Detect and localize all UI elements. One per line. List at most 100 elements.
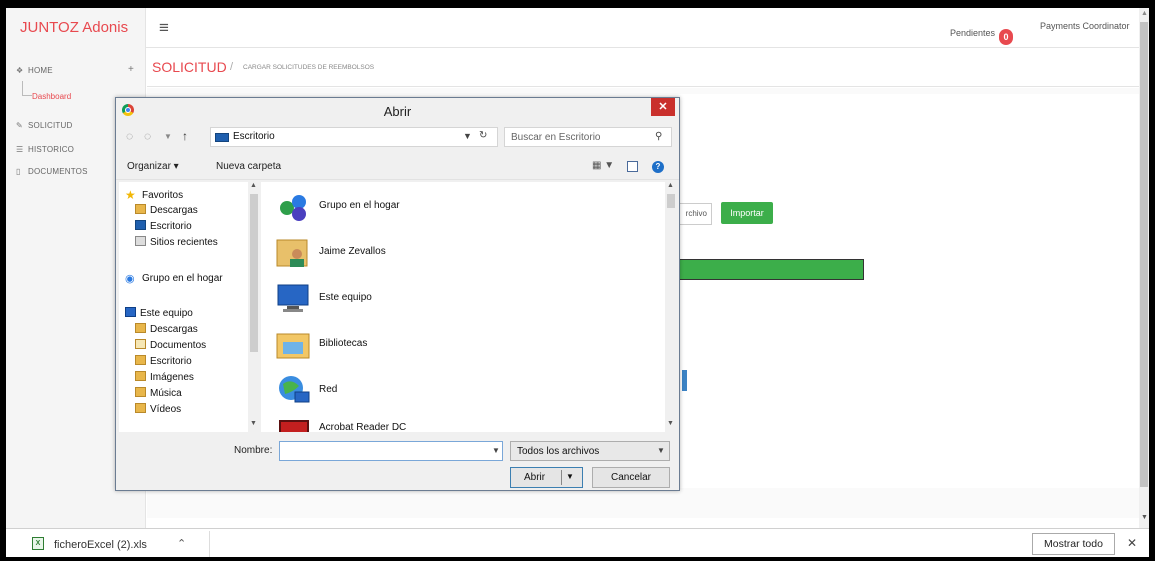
excel-file-icon: X — [32, 537, 44, 550]
address-path: Escritorio — [233, 131, 275, 142]
nav-item-descargas-2[interactable]: Descargas — [135, 323, 198, 335]
nav-item-favoritos[interactable]: ★ Favoritos — [125, 188, 183, 202]
downloads-folder-icon — [135, 323, 146, 333]
nav-item-label: Grupo en el hogar — [142, 273, 223, 284]
sidebar-item-label: HOME — [28, 66, 53, 75]
pending-label[interactable]: Pendientes — [950, 28, 995, 38]
nav-item-musica[interactable]: Música — [135, 387, 182, 399]
music-folder-icon — [135, 387, 146, 397]
preview-pane-icon[interactable] — [627, 161, 638, 172]
close-icon[interactable]: ✕ — [1127, 536, 1137, 550]
edit-icon: ✎ — [16, 121, 23, 130]
computer-icon — [277, 284, 309, 312]
browser-viewport: JUNTOZ Adonis ≡ Pendientes 0 Payments Co… — [6, 8, 1149, 557]
videos-folder-icon — [135, 403, 146, 413]
file-name-input[interactable]: ▼ — [279, 441, 503, 461]
pending-count-badge[interactable]: 0 — [999, 29, 1013, 45]
user-role-menu[interactable]: Payments Coordinator — [1040, 21, 1130, 31]
file-item-label: Bibliotecas — [319, 338, 368, 349]
navigation-pane: ★ Favoritos Descargas Escritorio Sitios r… — [119, 182, 259, 432]
chevron-down-icon[interactable]: ▼ — [463, 131, 472, 141]
download-file-name[interactable]: ficheroExcel (2).xls — [54, 539, 147, 551]
help-icon[interactable]: ? — [652, 161, 664, 173]
choose-file-button[interactable]: rchivo — [679, 203, 712, 225]
file-name-label: Nombre: — [234, 445, 273, 456]
nav-item-escritorio[interactable]: Escritorio — [135, 220, 192, 232]
back-arrow-icon[interactable]: ◌ — [126, 129, 133, 143]
file-item-acrobat-reader-dc[interactable]: Acrobat Reader DC — [271, 416, 651, 432]
sidebar-item-solicitud[interactable]: ✎ SOLICITUD — [16, 121, 72, 130]
sidebar-item-documentos[interactable]: ▯ DOCUMENTOS — [16, 167, 88, 176]
file-item-este-equipo[interactable]: Este equipo — [271, 278, 651, 324]
expand-plus-icon[interactable]: + — [128, 64, 134, 75]
breadcrumb: SOLICITUD / CARGAR SOLICITUDES DE REEMBO… — [147, 49, 1139, 87]
organize-menu[interactable]: Organizar ▾ — [127, 161, 179, 172]
change-view-icon[interactable]: ▦ ▼ — [592, 160, 614, 171]
file-item-grupo-en-el-hogar[interactable]: Grupo en el hogar — [271, 186, 651, 232]
address-bar[interactable]: Escritorio ▼ ↻ — [210, 127, 498, 147]
file-item-label: Acrobat Reader DC — [319, 422, 407, 432]
file-item-bibliotecas[interactable]: Bibliotecas — [271, 324, 651, 370]
open-options-chevron-icon[interactable]: ▼ — [566, 472, 574, 481]
sidebar-item-dashboard[interactable]: Dashboard — [32, 92, 71, 101]
refresh-icon[interactable]: ↻ — [479, 130, 487, 141]
dialog-titlebar[interactable]: Abrir ✕ — [116, 98, 679, 124]
nav-item-videos[interactable]: Vídeos — [135, 403, 181, 415]
file-item-jaime-zevallos[interactable]: Jaime Zevallos — [271, 232, 651, 278]
search-icon[interactable]: ⚲ — [655, 131, 662, 142]
nav-item-label: Sitios recientes — [150, 237, 218, 248]
sidebar-item-home[interactable]: ❖ HOME — [16, 66, 53, 75]
nav-item-descargas[interactable]: Descargas — [135, 204, 198, 216]
nav-item-imagenes[interactable]: Imágenes — [135, 371, 194, 383]
scroll-down-arrow-icon[interactable]: ▼ — [250, 420, 257, 427]
forward-arrow-icon[interactable]: ◌ — [144, 129, 151, 143]
nav-item-label: Descargas — [150, 205, 198, 216]
page-title: SOLICITUD — [152, 59, 227, 75]
nav-item-documentos[interactable]: Documentos — [135, 339, 206, 351]
page-scrollbar[interactable]: ▲ ▼ — [1139, 8, 1149, 528]
search-input[interactable]: Buscar en Escritorio ⚲ — [504, 127, 672, 147]
app-brand[interactable]: JUNTOZ Adonis — [6, 8, 146, 48]
up-arrow-icon[interactable]: ↑ — [182, 129, 188, 143]
nav-item-sitios-recientes[interactable]: Sitios recientes — [135, 236, 218, 248]
chevron-up-icon[interactable]: ⌃ — [177, 537, 186, 550]
nav-item-este-equipo[interactable]: Este equipo — [125, 307, 193, 319]
chevron-down-icon[interactable]: ▼ — [492, 446, 500, 455]
sidebar-item-historico[interactable]: ☰ HISTORICO — [16, 145, 74, 154]
dialog-title: Abrir — [383, 104, 412, 119]
nav-item-escritorio-2[interactable]: Escritorio — [135, 355, 192, 367]
scroll-down-arrow-icon[interactable]: ▼ — [1141, 514, 1148, 521]
scroll-up-arrow-icon[interactable]: ▲ — [250, 182, 257, 189]
scroll-up-arrow-icon[interactable]: ▲ — [1141, 10, 1148, 17]
nav-item-label: Escritorio — [150, 356, 192, 367]
blue-button-edge[interactable] — [682, 370, 687, 391]
file-pane-scrollbar[interactable]: ▲ ▼ — [665, 182, 676, 432]
scrollbar-thumb[interactable] — [667, 194, 675, 208]
new-folder-button[interactable]: Nueva carpeta — [216, 161, 281, 172]
scroll-down-arrow-icon[interactable]: ▼ — [667, 420, 674, 427]
file-item-label: Red — [319, 384, 338, 395]
network-icon — [279, 376, 310, 403]
nav-pane-scrollbar[interactable]: ▲ ▼ — [248, 182, 259, 432]
dialog-toolbar: Organizar ▾ Nueva carpeta ▦ ▼ ? — [116, 154, 679, 180]
file-item-label: Grupo en el hogar — [319, 200, 400, 211]
recent-places-icon — [135, 236, 146, 246]
show-all-downloads-button[interactable]: Mostrar todo — [1032, 533, 1115, 555]
scroll-up-arrow-icon[interactable]: ▲ — [667, 182, 674, 189]
dialog-close-button[interactable]: ✕ — [651, 98, 675, 116]
pictures-folder-icon — [135, 371, 146, 381]
hamburger-menu-icon[interactable]: ≡ — [159, 18, 169, 38]
sidebar-item-label: DOCUMENTOS — [28, 167, 88, 176]
file-type-select[interactable]: Todos los archivos ▼ — [510, 441, 670, 461]
file-item-red[interactable]: Red — [271, 370, 651, 416]
nav-item-grupo-en-el-hogar[interactable]: ◉ Grupo en el hogar — [125, 272, 223, 285]
cancel-button[interactable]: Cancelar — [592, 467, 670, 488]
folder-icon: ▯ — [16, 167, 21, 176]
scrollbar-thumb[interactable] — [1140, 22, 1148, 487]
divider — [209, 531, 210, 557]
open-button[interactable]: Abrir ▼ — [510, 467, 583, 488]
recent-locations-chevron-icon[interactable]: ▼ — [164, 132, 172, 141]
scrollbar-thumb[interactable] — [250, 194, 258, 352]
file-item-label: Este equipo — [319, 292, 372, 303]
import-button[interactable]: Importar — [721, 202, 773, 224]
